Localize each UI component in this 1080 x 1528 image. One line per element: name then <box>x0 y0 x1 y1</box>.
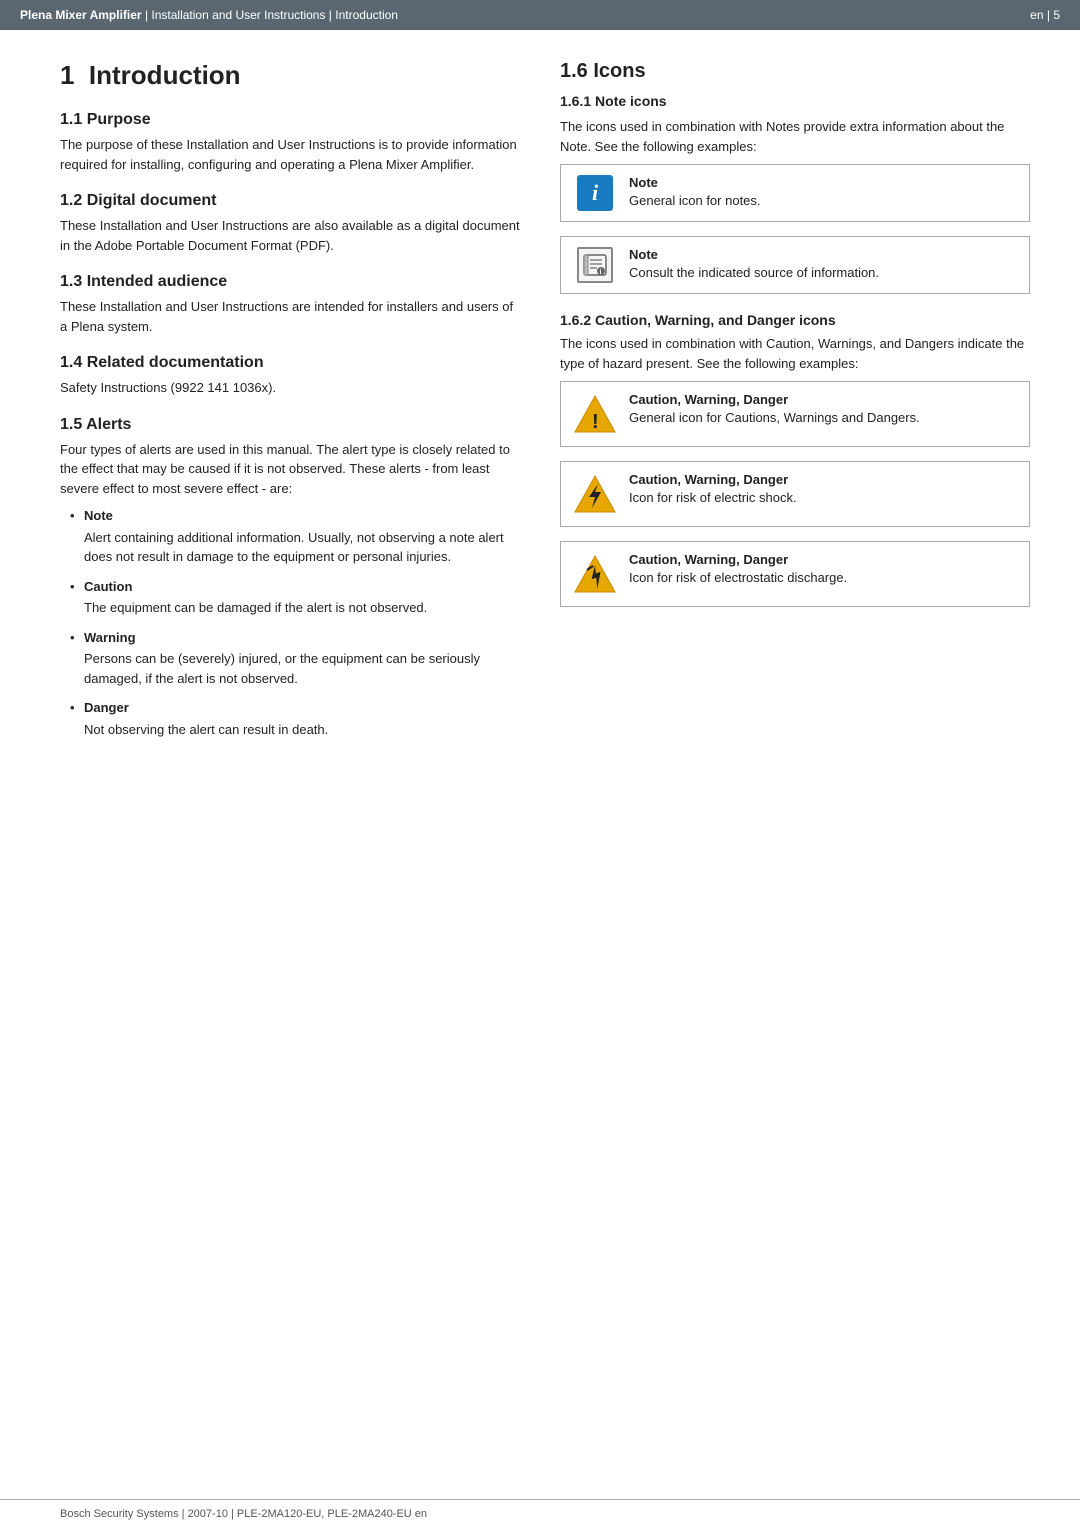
section-1-6-2-title: 1.6.2 Caution, Warning, and Danger icons <box>560 312 1030 328</box>
right-column: 1.6 Icons 1.6.1 Note icons The icons use… <box>560 60 1030 749</box>
page-content: 1 Introduction 1.1 Purpose The purpose o… <box>0 30 1080 809</box>
header-bar: Plena Mixer Amplifier | Installation and… <box>0 0 1080 30</box>
section-1-6-title: 1.6 Icons <box>560 60 1030 83</box>
warn-icon-desc-2: Icon for risk of electric shock. <box>629 489 1017 507</box>
note-icon-box-2: i Note Consult the indicated source of i… <box>560 236 1030 294</box>
alert-term-caution: Caution <box>84 579 132 594</box>
header-subtitle: | Installation and User Instructions | I… <box>145 8 398 22</box>
note-icon-label-2: Note <box>629 247 1017 262</box>
note-icon-desc-2: Consult the indicated source of informat… <box>629 264 1017 282</box>
list-item: Warning Persons can be (severely) injure… <box>74 628 520 689</box>
note-blue-icon-area: i <box>573 175 617 211</box>
list-item: Caution The equipment can be damaged if … <box>74 577 520 618</box>
note-book-icon-area: i <box>573 247 617 283</box>
section-1-4-body: Safety Instructions (9922 141 1036x). <box>60 378 520 398</box>
section-1-5-intro: Four types of alerts are used in this ma… <box>60 440 520 499</box>
alert-desc-warning: Persons can be (severely) injured, or th… <box>84 649 520 688</box>
page-number: en | 5 <box>1030 8 1060 22</box>
svg-text:i: i <box>600 269 602 276</box>
warn-icon-box-3: Caution, Warning, Danger Icon for risk o… <box>560 541 1030 607</box>
footer-text: Bosch Security Systems | 2007-10 | PLE-2… <box>60 1508 427 1520</box>
alert-term-warning: Warning <box>84 630 136 645</box>
alert-desc-danger: Not observing the alert can result in de… <box>84 720 520 740</box>
section-1-5-title: 1.5 Alerts <box>60 416 520 434</box>
warn-icon-label-3: Caution, Warning, Danger <box>629 552 1017 567</box>
note-info-icon: i <box>577 175 613 211</box>
note-book-icon: i <box>577 247 613 283</box>
note-icon-box-1: i Note General icon for notes. <box>560 164 1030 222</box>
section-1-6-2-intro: The icons used in combination with Cauti… <box>560 334 1030 373</box>
book-svg: i <box>581 251 609 279</box>
note-icon-text-2: Note Consult the indicated source of inf… <box>629 247 1017 282</box>
alert-term-danger: Danger <box>84 700 129 715</box>
warn-icon-text-3: Caution, Warning, Danger Icon for risk o… <box>629 552 1017 587</box>
header-title: Plena Mixer Amplifier | Installation and… <box>20 8 398 22</box>
warn-lightning-icon <box>573 472 617 516</box>
list-item: Note Alert containing additional informa… <box>74 506 520 567</box>
section-1-4-title: 1.4 Related documentation <box>60 354 520 372</box>
section-1-2-body: These Installation and User Instructions… <box>60 216 520 255</box>
alert-term-note: Note <box>84 508 113 523</box>
section-1-6-1-intro: The icons used in combination with Notes… <box>560 117 1030 156</box>
left-column: 1 Introduction 1.1 Purpose The purpose o… <box>60 60 520 749</box>
note-icon-desc-1: General icon for notes. <box>629 192 1017 210</box>
warn-icon-desc-1: General icon for Cautions, Warnings and … <box>629 409 1017 427</box>
alert-list: Note Alert containing additional informa… <box>60 506 520 739</box>
section-1-1-title: 1.1 Purpose <box>60 111 520 129</box>
warn-icon-desc-3: Icon for risk of electrostatic discharge… <box>629 569 1017 587</box>
product-name: Plena Mixer Amplifier <box>20 8 142 22</box>
section-1-1-body: The purpose of these Installation and Us… <box>60 135 520 174</box>
alert-desc-note: Alert containing additional information.… <box>84 528 520 567</box>
warn-icon-box-2: Caution, Warning, Danger Icon for risk o… <box>560 461 1030 527</box>
svg-text:!: ! <box>592 411 599 433</box>
page-footer: Bosch Security Systems | 2007-10 | PLE-2… <box>0 1499 1080 1528</box>
warn-esd-icon <box>573 552 617 596</box>
warn-icon-label-2: Caution, Warning, Danger <box>629 472 1017 487</box>
section-1-3-title: 1.3 Intended audience <box>60 273 520 291</box>
alert-desc-caution: The equipment can be damaged if the aler… <box>84 598 520 618</box>
section-1-3-body: These Installation and User Instructions… <box>60 297 520 336</box>
warn-icon-text-2: Caution, Warning, Danger Icon for risk o… <box>629 472 1017 507</box>
chapter-title: 1 Introduction <box>60 60 520 91</box>
section-1-2-title: 1.2 Digital document <box>60 192 520 210</box>
list-item: Danger Not observing the alert can resul… <box>74 698 520 739</box>
warn-icon-label-1: Caution, Warning, Danger <box>629 392 1017 407</box>
warn-icon-text-1: Caution, Warning, Danger General icon fo… <box>629 392 1017 427</box>
note-icon-label-1: Note <box>629 175 1017 190</box>
warn-general-icon: ! <box>573 392 617 436</box>
warn-icon-box-1: ! Caution, Warning, Danger General icon … <box>560 381 1030 447</box>
warn-general-icon-area: ! <box>573 392 617 436</box>
warn-esd-icon-area <box>573 552 617 596</box>
section-1-6-1-title: 1.6.1 Note icons <box>560 93 1030 109</box>
warn-lightning-icon-area <box>573 472 617 516</box>
note-icon-text-1: Note General icon for notes. <box>629 175 1017 210</box>
